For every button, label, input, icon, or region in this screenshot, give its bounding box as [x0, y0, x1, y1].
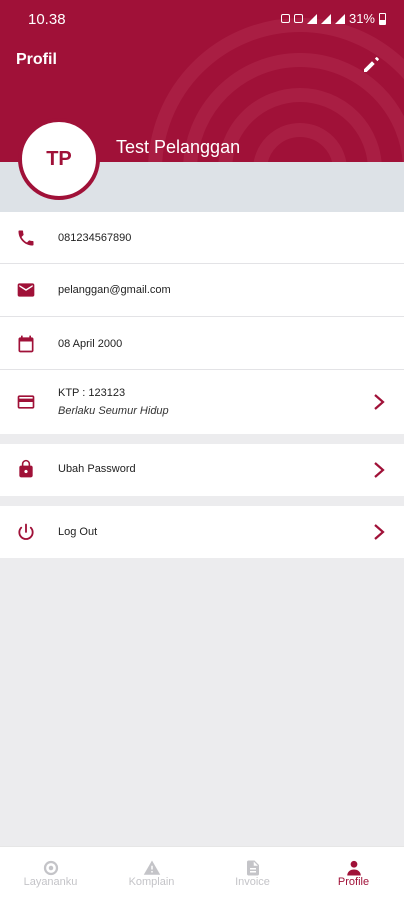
phone-icon [18, 230, 34, 246]
mail-icon [17, 283, 35, 297]
change-password-label: Ubah Password [58, 463, 136, 475]
nav-profile[interactable]: Profile [303, 847, 404, 900]
user-name: Test Pelanggan [116, 137, 241, 157]
power-icon [18, 523, 34, 540]
pencil-icon[interactable] [360, 52, 384, 76]
status-bar: 10.38 31% [0, 0, 404, 38]
phone-number: 081234567890 [58, 232, 132, 244]
avatar-initials: TP [46, 147, 72, 170]
logout-row[interactable]: Log Out [0, 506, 404, 558]
card-icon [17, 395, 35, 409]
bottom-navigation: Layananku Komplain Invoice Profile [0, 846, 404, 900]
battery-icon [379, 12, 386, 25]
email-address: pelanggan@gmail.com [58, 284, 171, 296]
signal-2-icon [334, 13, 345, 24]
nav-label: Komplain [128, 876, 175, 888]
service-icon [43, 860, 58, 876]
signal-icon [320, 13, 331, 24]
chevron-right-icon[interactable] [372, 461, 386, 479]
status-time: 10.38 [28, 11, 66, 28]
status-icons: 31% [280, 11, 386, 26]
lock-icon [19, 459, 33, 478]
profile-info-card: 081234567890 pelanggan@gmail.com 08 Apri… [0, 212, 404, 434]
calendar-icon [18, 335, 34, 353]
person-icon [346, 860, 361, 876]
nav-label: Layananku [23, 876, 78, 888]
chevron-right-icon[interactable] [372, 393, 386, 411]
logout-label: Log Out [58, 526, 98, 538]
battery-level: 31% [348, 11, 375, 26]
birthdate: 08 April 2000 [58, 338, 123, 350]
nav-label: Invoice [235, 876, 270, 888]
alarm-icon [280, 14, 290, 23]
ktp-number: KTP : 123123 [58, 387, 126, 399]
nav-label: Profile [337, 876, 370, 888]
change-password-card: Ubah Password [0, 444, 404, 496]
nav-komplain[interactable]: Komplain [101, 847, 202, 900]
logout-card: Log Out [0, 506, 404, 558]
phone-row: 081234567890 [0, 212, 404, 264]
nav-invoice[interactable]: Invoice [202, 847, 303, 900]
nav-layananku[interactable]: Layananku [0, 847, 101, 900]
birthdate-row: 08 April 2000 [0, 317, 404, 370]
change-password-row[interactable]: Ubah Password [0, 444, 404, 496]
email-row: pelanggan@gmail.com [0, 264, 404, 317]
avatar: TP [18, 118, 100, 200]
ktp-validity: Berlaku Seumur Hidup [58, 405, 169, 417]
chevron-right-icon[interactable] [372, 523, 386, 541]
ktp-row[interactable]: KTP : 123123 Berlaku Seumur Hidup [0, 370, 404, 434]
warning-icon [143, 860, 160, 875]
document-icon [246, 860, 259, 876]
page-title: Profil [16, 51, 57, 68]
mute-icon [293, 14, 303, 23]
wifi-icon [306, 13, 317, 24]
